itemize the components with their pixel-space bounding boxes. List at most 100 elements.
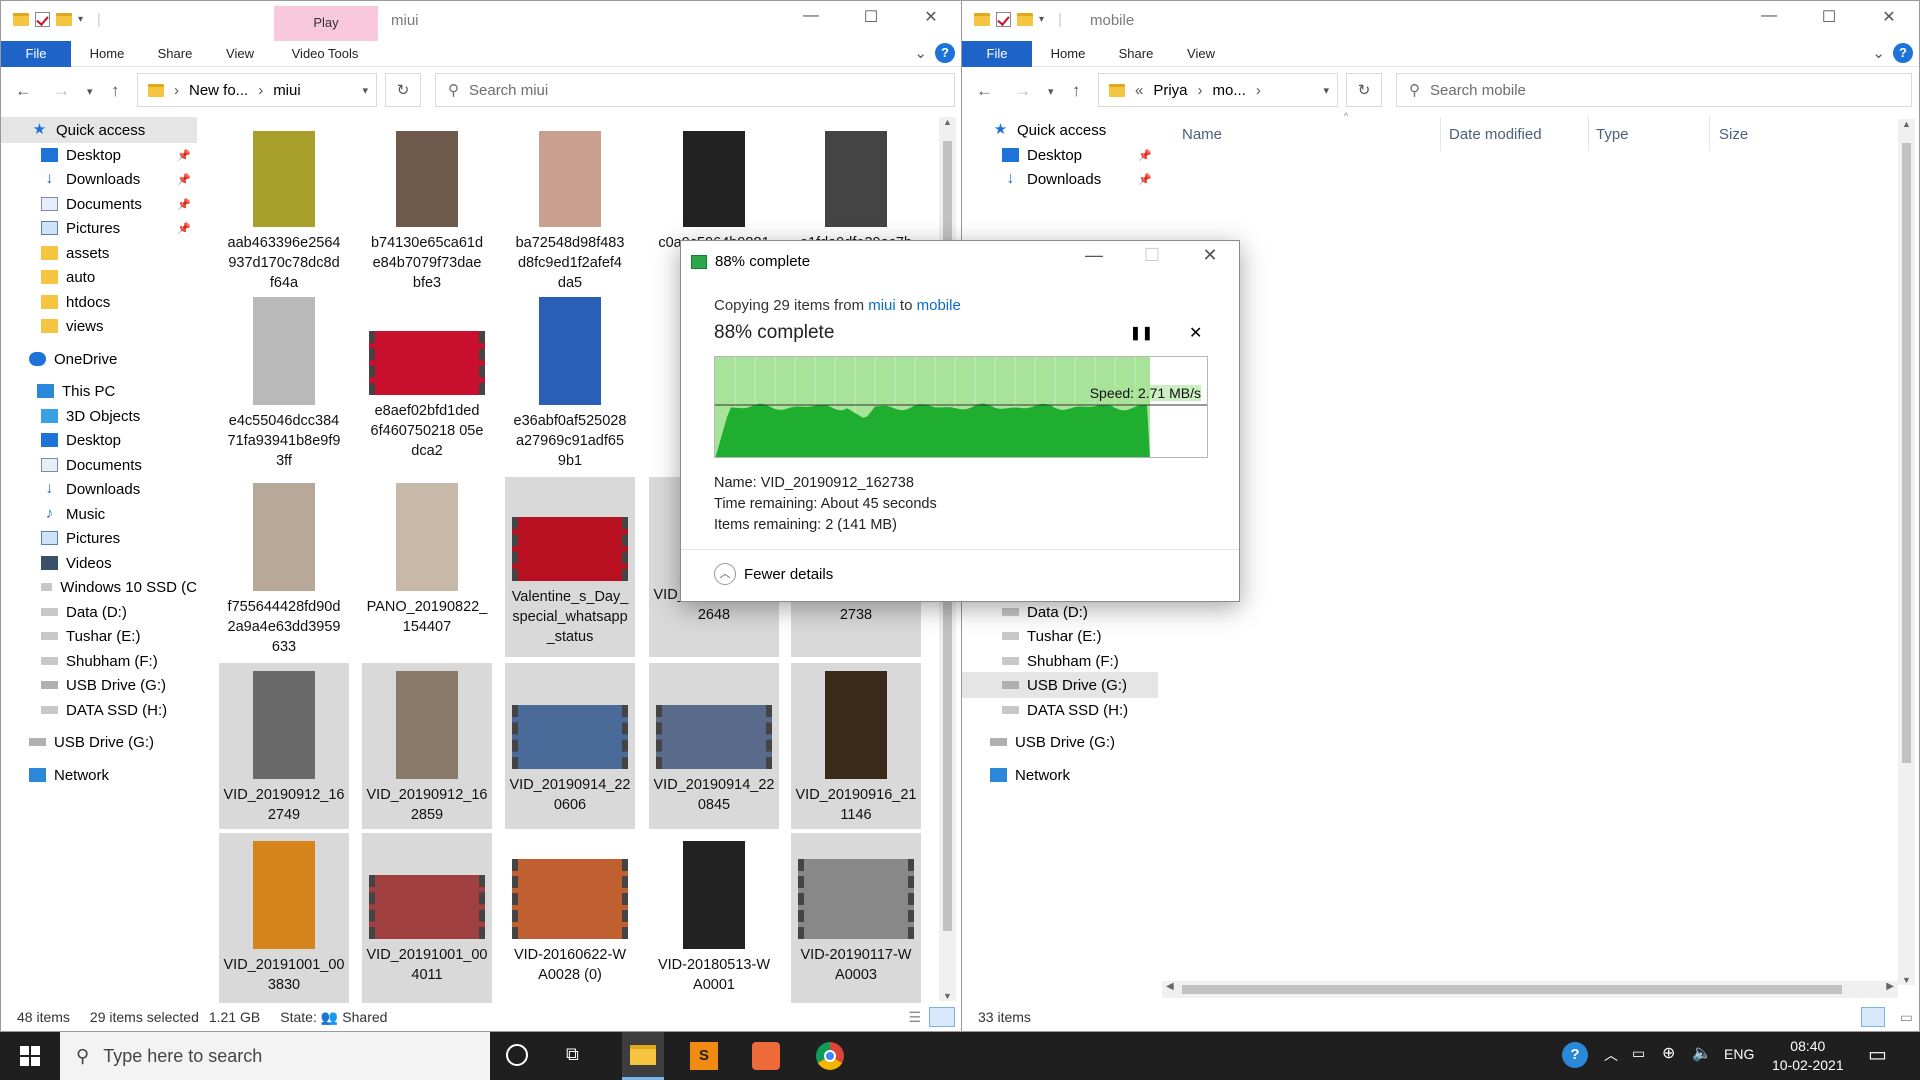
breadcrumb-item[interactable]: Priya (1153, 82, 1187, 99)
cancel-icon[interactable]: ✕ (1189, 323, 1202, 343)
file-tile[interactable]: b74130e65ca61d e84b7079f73dae bfe3 (362, 119, 492, 293)
nav-item-auto[interactable]: auto (1, 264, 197, 290)
search-input[interactable]: Search mobile (1430, 82, 1526, 99)
chevron-down-icon[interactable]: ▾ (362, 84, 368, 97)
nav-item-tushar-e[interactable]: Tushar (E:) (1, 623, 197, 649)
nav-item-data-d[interactable]: Data (D:) (1, 599, 197, 625)
nav-item-tushar-e[interactable]: Tushar (E:) (962, 623, 1158, 649)
column-divider[interactable] (1440, 117, 1441, 151)
details-view-icon[interactable]: ☰ (908, 1009, 921, 1026)
clock[interactable]: 08:40 10-02-2021 (1772, 1037, 1844, 1075)
nav-item-desktop[interactable]: Desktop 📌 (1, 142, 197, 168)
forward-icon[interactable]: → (1014, 81, 1031, 101)
nav-item-usb-drive-g[interactable]: USB Drive (G:) (1, 672, 197, 698)
column-size[interactable]: Size (1719, 126, 1748, 143)
chevron-down-icon[interactable]: ▾ (1323, 84, 1329, 97)
maximize-icon[interactable]: ☐ (841, 7, 901, 27)
new-folder-icon[interactable] (1017, 13, 1033, 26)
column-divider[interactable] (1709, 117, 1710, 151)
network-icon[interactable]: ⊕ (1662, 1043, 1675, 1063)
recent-locations-icon[interactable]: ▾ (1048, 85, 1054, 98)
horizontal-scrollbar[interactable]: ◀ ▶ (1162, 981, 1898, 998)
dialog-title-bar[interactable]: 88% complete (691, 253, 810, 270)
play-contextual-tab[interactable]: Play (274, 6, 378, 41)
nav-item-usb-drive-g[interactable]: USB Drive (G:) (1, 729, 197, 755)
volume-icon[interactable]: 🔈 (1692, 1043, 1712, 1063)
chrome-icon[interactable] (816, 1042, 844, 1070)
nav-item-views[interactable]: views (1, 313, 197, 339)
file-tile[interactable]: VID_20190914_22 0845 (649, 671, 779, 815)
scroll-right-icon[interactable]: ▶ (1886, 981, 1894, 992)
taskbar-search-input[interactable]: Type here to search (103, 1046, 262, 1067)
breadcrumb-item[interactable]: New fo... (189, 82, 248, 99)
nav-item-htdocs[interactable]: htdocs (1, 289, 197, 315)
large-icons-view-icon[interactable]: ▭ (1900, 1009, 1913, 1026)
nav-item-shubham-f[interactable]: Shubham (F:) (962, 648, 1158, 674)
large-icons-view-icon[interactable] (929, 1007, 955, 1027)
help-icon[interactable]: ? (935, 43, 955, 63)
tab-view[interactable]: View (1174, 41, 1228, 67)
column-type[interactable]: Type (1596, 126, 1629, 143)
help-icon[interactable]: ? (1893, 43, 1913, 63)
file-tile[interactable]: f755644428fd90d 2a9a4e63dd3959 633 (219, 483, 349, 657)
pause-icon[interactable]: ❚❚ (1130, 325, 1154, 341)
nav-item-downloads[interactable]: ↓ Downloads (1, 476, 197, 502)
nav-item-network[interactable]: Network (962, 762, 1158, 788)
battery-icon[interactable]: ▭ (1632, 1045, 1645, 1062)
nav-item-onedrive[interactable]: OneDrive (1, 346, 197, 372)
task-view-icon[interactable]: ⧉ (566, 1044, 579, 1065)
scrollbar-thumb[interactable] (1182, 985, 1842, 994)
column-divider[interactable] (1588, 117, 1589, 151)
tab-video-tools[interactable]: Video Tools (281, 41, 369, 67)
file-tile[interactable]: e4c55046dcc384 71fa93941b8e9f9 3ff (219, 297, 349, 471)
nav-item-shubham-f[interactable]: Shubham (F:) (1, 648, 197, 674)
nav-item-downloads[interactable]: ↓ Downloads 📌 (962, 166, 1158, 192)
search-box[interactable]: ⚲ Search miui (435, 73, 955, 107)
taskbar-file-explorer[interactable] (622, 1032, 664, 1080)
sublime-text-icon[interactable]: S (690, 1042, 718, 1070)
minimize-icon[interactable]: — (781, 7, 841, 27)
destination-link[interactable]: mobile (917, 297, 961, 314)
nav-item-data-ssd-h[interactable]: DATA SSD (H:) (1, 697, 197, 723)
scroll-down-icon[interactable]: ▼ (939, 991, 956, 1001)
title-bar[interactable]: ▾ | mobile — ☐ ✕ (962, 1, 1919, 41)
tab-home[interactable]: Home (79, 41, 135, 67)
column-date[interactable]: Date modified (1449, 126, 1542, 143)
maximize-icon[interactable]: ☐ (1799, 7, 1859, 27)
nav-item-pictures[interactable]: Pictures 📌 (1, 215, 197, 241)
column-name[interactable]: Name (1182, 126, 1222, 143)
file-tile[interactable]: VID_20190916_21 1146 (791, 671, 921, 825)
ribbon-collapse-icon[interactable]: ⌄ (1872, 44, 1885, 62)
address-bar[interactable]: › New fo... › miui ▾ (137, 73, 377, 107)
nav-item-windows-10-ssd-c[interactable]: Windows 10 SSD (C (1, 574, 197, 600)
nav-item-music[interactable]: ♪ Music (1, 501, 197, 527)
nav-item-videos[interactable]: Videos (1, 550, 197, 576)
nav-item-quick-access[interactable]: ★ Quick access (1, 117, 197, 143)
nav-item-documents[interactable]: Documents 📌 (1, 191, 197, 217)
file-tile[interactable]: VID_20191001_00 4011 (362, 841, 492, 985)
file-tile[interactable]: VID_20190912_16 2749 (219, 671, 349, 825)
file-tile[interactable]: e1fda9dfe39ac7b (791, 119, 921, 253)
cortana-icon[interactable] (506, 1044, 528, 1066)
nav-item-data-d[interactable]: Data (D:) (962, 599, 1158, 625)
file-tile[interactable]: Valentine_s_Day_ special_whatsapp _status (505, 483, 635, 647)
notifications-icon[interactable]: ▭ (1868, 1042, 1887, 1067)
file-tile[interactable]: ba72548d98f483 d8fc9ed1f2afef4 da5 (505, 119, 635, 293)
scroll-down-icon[interactable]: ▼ (1898, 975, 1915, 985)
back-icon[interactable]: ← (15, 81, 32, 101)
qat-dropdown-icon[interactable]: ▾ (78, 14, 83, 25)
up-icon[interactable]: ↑ (1072, 81, 1081, 101)
minimize-icon[interactable]: — (1739, 7, 1799, 27)
breadcrumb-item[interactable]: miui (273, 82, 301, 99)
file-tile[interactable]: VID_20190912_16 2859 (362, 671, 492, 825)
taskbar-search-box[interactable]: ⚲ Type here to search (60, 1032, 490, 1080)
nav-item-desktop[interactable]: Desktop 📌 (962, 142, 1158, 168)
breadcrumb-item[interactable]: mo... (1213, 82, 1246, 99)
nav-item-this-pc[interactable]: This PC (1, 378, 197, 404)
address-bar[interactable]: « Priya › mo... › ▾ (1098, 73, 1338, 107)
close-icon[interactable]: ✕ (1859, 7, 1919, 27)
nav-item-data-ssd-h[interactable]: DATA SSD (H:) (962, 697, 1158, 723)
ribbon-collapse-icon[interactable]: ⌄ (914, 44, 927, 62)
nav-item-usb-drive-g[interactable]: USB Drive (G:) (962, 672, 1158, 698)
overflow-chevron-icon[interactable]: « (1135, 82, 1143, 99)
